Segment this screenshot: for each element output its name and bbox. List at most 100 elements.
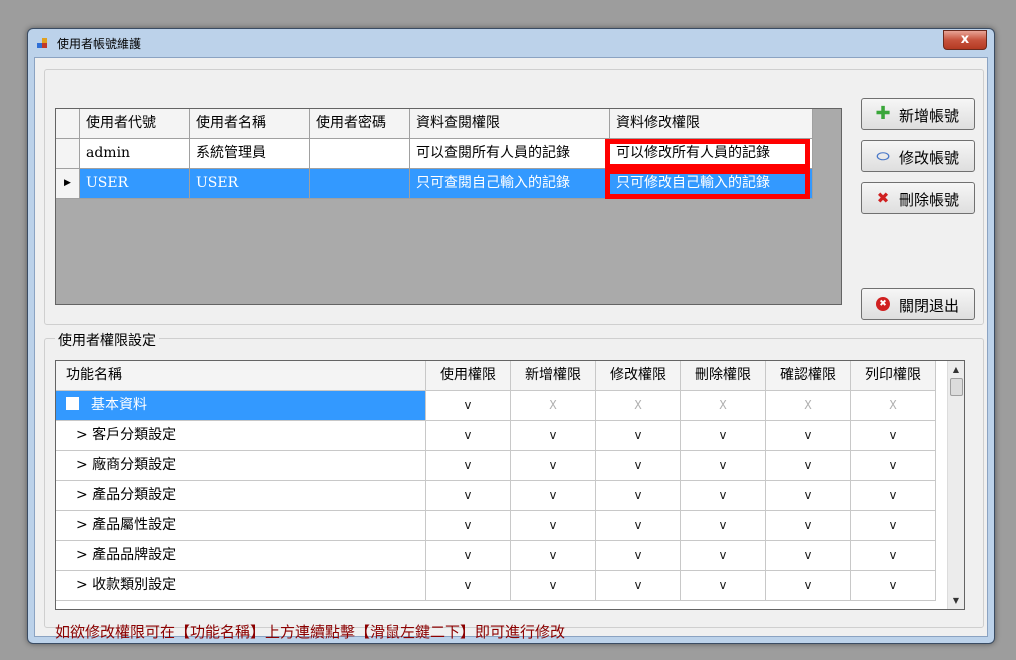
delete-account-button[interactable]: ✖ 刪除帳號 [861,182,975,214]
cell-function-name[interactable]: > 產品分類設定 [56,481,426,511]
edit-account-label: 修改帳號 [899,149,960,167]
column-header-delete[interactable]: 刪除權限 [681,361,766,391]
cell-permission-add[interactable]: v [511,571,596,601]
cell-function-name[interactable]: > 產品屬性設定 [56,511,426,541]
column-header-print[interactable]: 列印權限 [851,361,936,391]
cell-permission-add[interactable]: v [511,421,596,451]
cell-permission-use[interactable]: v [426,391,511,421]
title-bar[interactable]: 使用者帳號維護 x [28,29,994,57]
cell-user-id[interactable]: USER [80,169,190,199]
row-header[interactable] [56,139,80,169]
cell-permission-use[interactable]: v [426,481,511,511]
cell-permission-add[interactable]: v [511,451,596,481]
cell-permission-confirm[interactable]: v [766,481,851,511]
app-window-icon [37,38,48,49]
column-header-function-name[interactable]: 功能名稱 [56,361,426,391]
cell-permission-modify[interactable]: v [596,571,681,601]
cell-permission-print[interactable]: v [851,571,936,601]
collapse-checkbox-icon[interactable] [66,397,79,410]
cell-permission-modify[interactable]: v [596,541,681,571]
scroll-thumb[interactable] [950,378,963,396]
cell-permission-delete[interactable]: v [681,571,766,601]
cell-function-name[interactable]: > 廠商分類設定 [56,451,426,481]
cell-permission-use[interactable]: v [426,451,511,481]
cell-permission-modify[interactable]: v [596,421,681,451]
cell-permission-delete[interactable]: v [681,511,766,541]
function-name-label: > 產品分類設定 [76,487,177,503]
cell-function-name[interactable]: > 客戶分類設定 [56,421,426,451]
highlight-box-admin-edit [605,139,810,169]
scroll-down-icon[interactable]: ▼ [948,592,964,609]
permission-row[interactable]: > 產品屬性設定 v v v v v v [56,511,936,541]
cell-permission-add[interactable]: v [511,511,596,541]
column-header-user-id[interactable]: 使用者代號 [80,109,190,139]
cell-permission-modify[interactable]: v [596,511,681,541]
cell-permission-modify[interactable]: v [596,451,681,481]
cell-permission-confirm[interactable]: v [766,541,851,571]
cell-permission-confirm[interactable]: v [766,571,851,601]
delete-x-icon: ✖ [876,189,890,207]
permission-row[interactable]: 基本資料 v X X X X X [56,391,936,421]
function-name-label: > 廠商分類設定 [76,457,177,473]
permissions-vertical-scrollbar[interactable]: ▲ ▼ [947,361,964,609]
column-header-user-name[interactable]: 使用者名稱 [190,109,310,139]
cell-permission-delete[interactable]: v [681,451,766,481]
window-close-button[interactable]: x [943,30,987,50]
cell-permission-confirm[interactable]: v [766,451,851,481]
cell-permission-use[interactable]: v [426,421,511,451]
cell-permission-delete[interactable]: X [681,391,766,421]
cell-permission-print[interactable]: v [851,541,936,571]
scroll-up-icon[interactable]: ▲ [948,361,964,378]
close-exit-button[interactable]: ✖ 關閉退出 [861,288,975,320]
cell-permission-use[interactable]: v [426,541,511,571]
permissions-grid[interactable]: 功能名稱 使用權限 新增權限 修改權限 刪除權限 確認權限 列印權限 基本資料 v… [55,360,965,610]
permission-row[interactable]: > 收款類別設定 v v v v v v [56,571,936,601]
column-header-view-permission[interactable]: 資料查閱權限 [410,109,610,139]
column-header-modify[interactable]: 修改權限 [596,361,681,391]
cell-user-id[interactable]: admin [80,139,190,169]
cell-permission-modify[interactable]: v [596,481,681,511]
cell-function-name[interactable]: 基本資料 [56,391,426,421]
cell-view-permission[interactable]: 只可查閱自己輸入的記錄 [410,169,610,199]
cell-user-name[interactable]: 系統管理員 [190,139,310,169]
close-exit-label: 關閉退出 [899,297,960,315]
row-indicator-arrow-icon[interactable]: ▶ [56,169,80,199]
cell-password[interactable] [310,169,410,199]
cell-permission-print[interactable]: v [851,511,936,541]
column-header-confirm[interactable]: 確認權限 [766,361,851,391]
cell-permission-modify[interactable]: X [596,391,681,421]
permission-row[interactable]: > 客戶分類設定 v v v v v v [56,421,936,451]
cell-permission-delete[interactable]: v [681,481,766,511]
edit-account-button[interactable]: ⬭ 修改帳號 [861,140,975,172]
cell-permission-print[interactable]: X [851,391,936,421]
plus-icon: ✚ [875,103,891,124]
cell-permission-use[interactable]: v [426,571,511,601]
add-account-button[interactable]: ✚ 新增帳號 [861,98,975,130]
column-header-add[interactable]: 新增權限 [511,361,596,391]
cell-view-permission[interactable]: 可以查閱所有人員的記錄 [410,139,610,169]
cell-password[interactable] [310,139,410,169]
cell-permission-add[interactable]: X [511,391,596,421]
permissions-grid-header: 功能名稱 使用權限 新增權限 修改權限 刪除權限 確認權限 列印權限 [56,361,936,391]
cell-permission-delete[interactable]: v [681,421,766,451]
cell-permission-print[interactable]: v [851,421,936,451]
cell-permission-confirm[interactable]: X [766,391,851,421]
column-header-edit-permission[interactable]: 資料修改權限 [610,109,813,139]
permission-row[interactable]: > 廠商分類設定 v v v v v v [56,451,936,481]
cell-permission-delete[interactable]: v [681,541,766,571]
cell-user-name[interactable]: USER [190,169,310,199]
cell-function-name[interactable]: > 產品品牌設定 [56,541,426,571]
cell-permission-add[interactable]: v [511,481,596,511]
cell-function-name[interactable]: > 收款類別設定 [56,571,426,601]
cell-permission-use[interactable]: v [426,511,511,541]
cell-permission-confirm[interactable]: v [766,511,851,541]
users-grid[interactable]: 使用者代號 使用者名稱 使用者密碼 資料查閱權限 資料修改權限 admin 系統… [55,108,842,305]
cell-permission-confirm[interactable]: v [766,421,851,451]
column-header-password[interactable]: 使用者密碼 [310,109,410,139]
cell-permission-add[interactable]: v [511,541,596,571]
cell-permission-print[interactable]: v [851,481,936,511]
cell-permission-print[interactable]: v [851,451,936,481]
column-header-use[interactable]: 使用權限 [426,361,511,391]
permission-row[interactable]: > 產品分類設定 v v v v v v [56,481,936,511]
permission-row[interactable]: > 產品品牌設定 v v v v v v [56,541,936,571]
